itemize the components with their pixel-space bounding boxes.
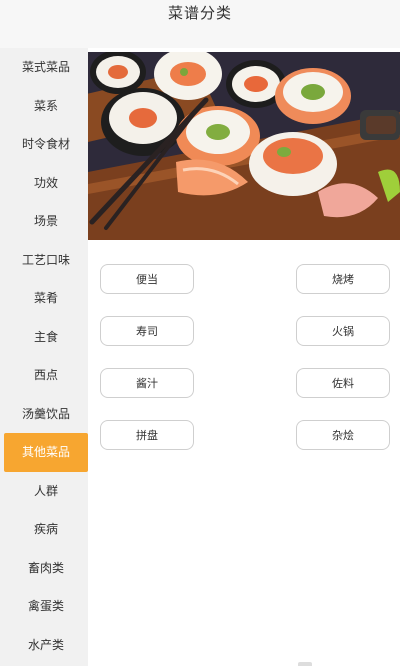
scroll-indicator bbox=[298, 662, 312, 666]
sidebar-item-dishes[interactable]: 菜式菜品 bbox=[4, 48, 88, 87]
sushi-illustration bbox=[88, 52, 400, 240]
sidebar-item-seafood[interactable]: 水产类 bbox=[4, 626, 88, 665]
tag-bbq[interactable]: 烧烤 bbox=[296, 264, 390, 294]
tag-hotpot[interactable]: 火锅 bbox=[296, 316, 390, 346]
sidebar-item-poultry-eggs[interactable]: 禽蛋类 bbox=[4, 587, 88, 626]
main-panel: 便当 烧烤 寿司 火锅 酱汁 佐料 拼盘 杂烩 bbox=[88, 48, 400, 666]
sidebar-item-scene[interactable]: 场景 bbox=[4, 202, 88, 241]
sidebar-item-western-pastry[interactable]: 西点 bbox=[4, 356, 88, 395]
sidebar-item-seasonal[interactable]: 时令食材 bbox=[4, 125, 88, 164]
sidebar-item-cuisine[interactable]: 菜系 bbox=[4, 87, 88, 126]
tag-hodgepodge[interactable]: 杂烩 bbox=[296, 420, 390, 450]
sidebar-item-people[interactable]: 人群 bbox=[4, 472, 88, 511]
banner-image bbox=[88, 52, 400, 240]
page-header: 菜谱分类 bbox=[0, 0, 400, 40]
tag-platter[interactable]: 拼盘 bbox=[100, 420, 194, 450]
sidebar-item-other-dishes[interactable]: 其他菜品 bbox=[4, 433, 88, 472]
sidebar-item-staple[interactable]: 主食 bbox=[4, 318, 88, 357]
category-sidebar: 菜式菜品 菜系 时令食材 功效 场景 工艺口味 菜肴 主食 西点 汤羹饮品 其他… bbox=[0, 48, 88, 666]
tag-sauce[interactable]: 酱汁 bbox=[100, 368, 194, 398]
tag-bento[interactable]: 便当 bbox=[100, 264, 194, 294]
sidebar-item-meat[interactable]: 畜肉类 bbox=[4, 549, 88, 588]
sidebar-item-efficacy[interactable]: 功效 bbox=[4, 164, 88, 203]
page-title: 菜谱分类 bbox=[167, 4, 232, 22]
sidebar-item-soups-drinks[interactable]: 汤羹饮品 bbox=[4, 395, 88, 434]
sidebar-item-craft-flavor[interactable]: 工艺口味 bbox=[4, 241, 88, 280]
tag-seasoning[interactable]: 佐料 bbox=[296, 368, 390, 398]
sidebar-item-diseases[interactable]: 疾病 bbox=[4, 510, 88, 549]
sidebar-item-courses[interactable]: 菜肴 bbox=[4, 279, 88, 318]
tag-sushi[interactable]: 寿司 bbox=[100, 316, 194, 346]
